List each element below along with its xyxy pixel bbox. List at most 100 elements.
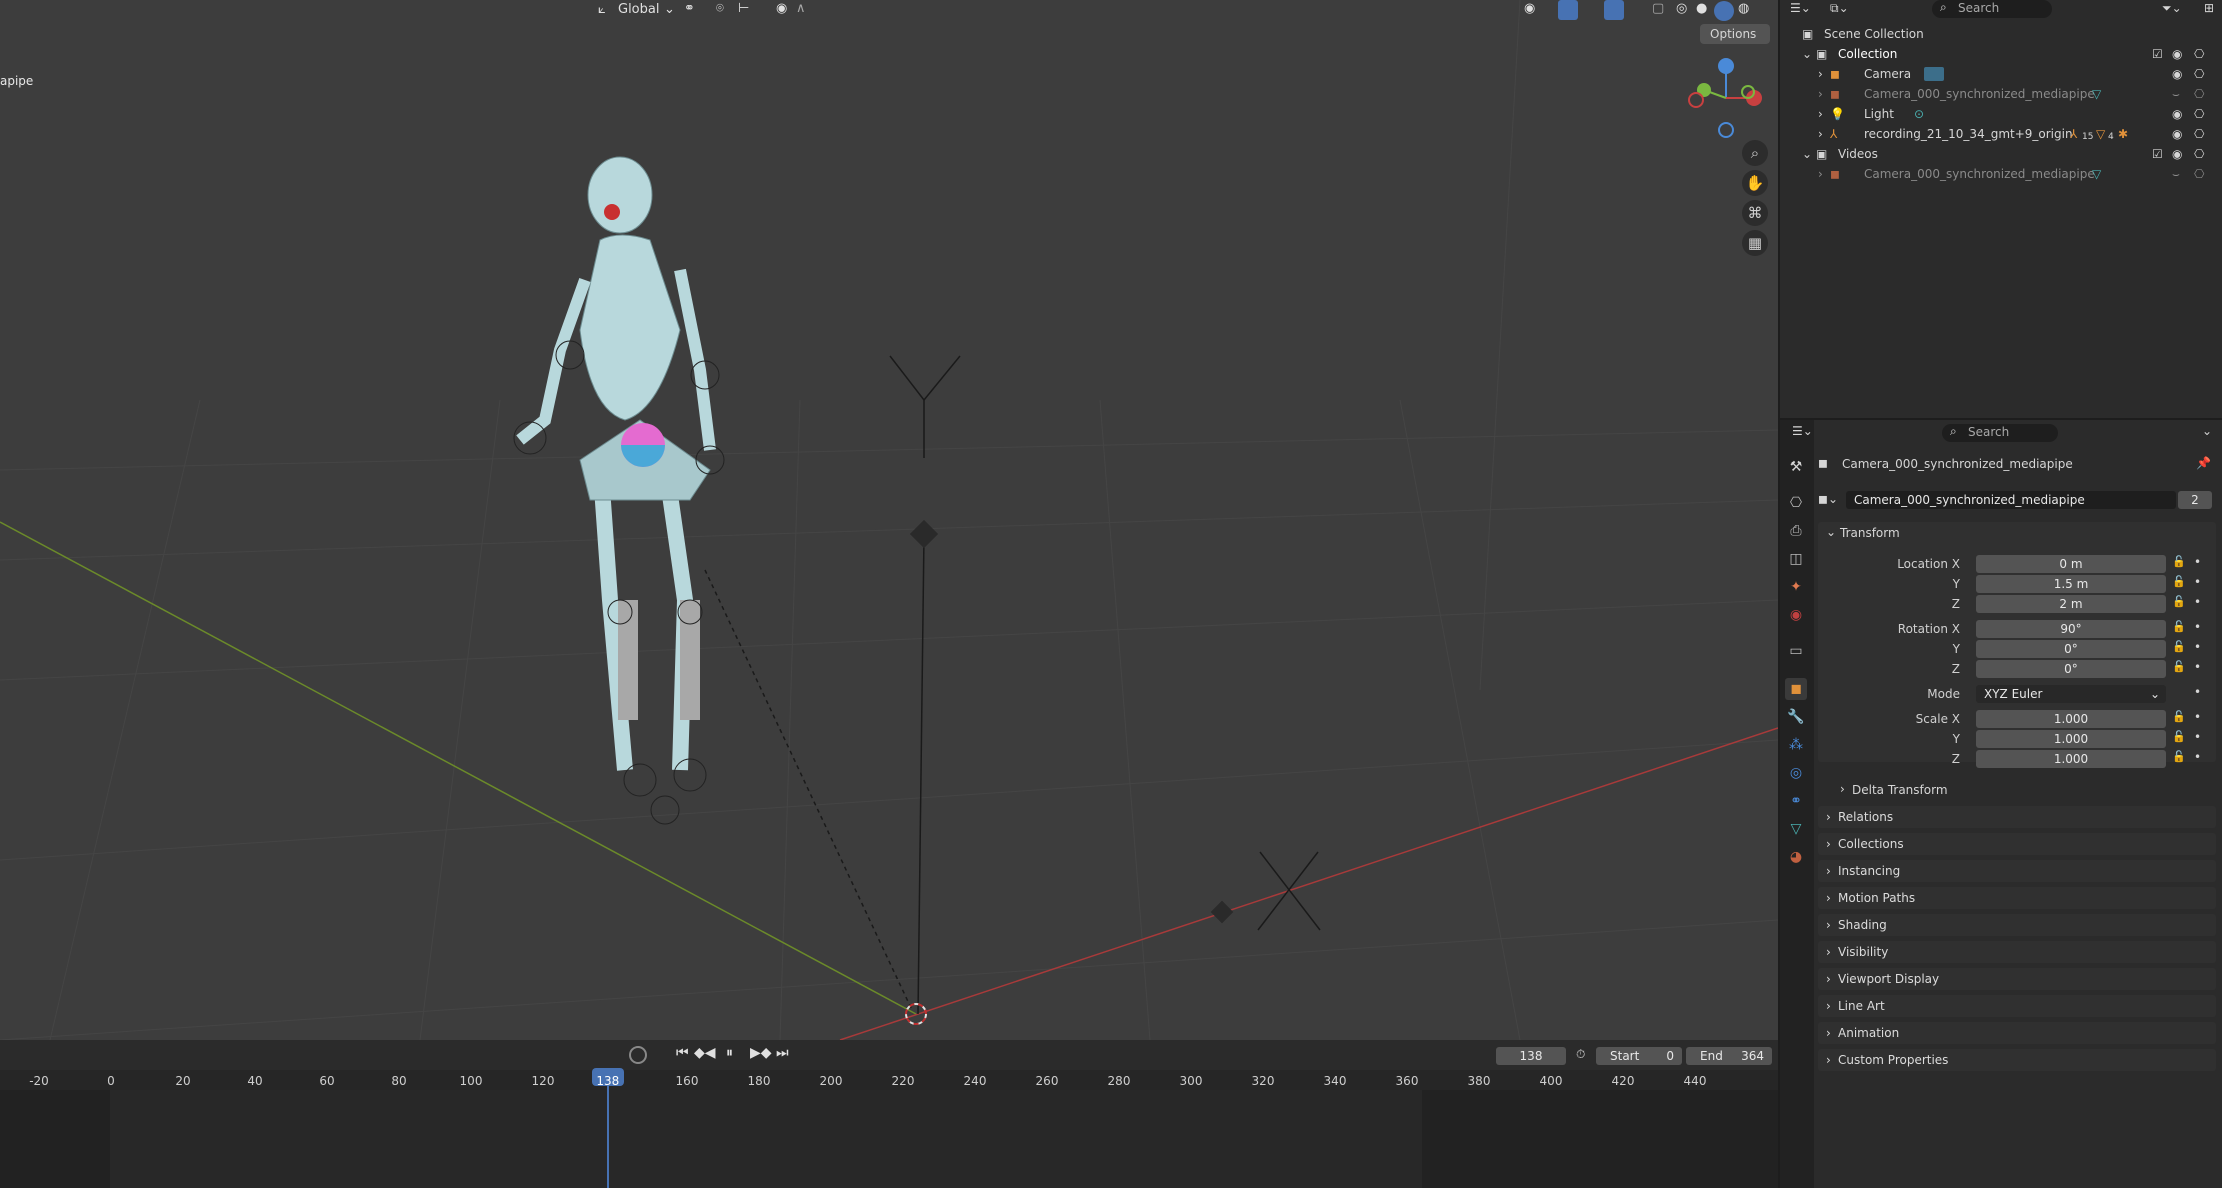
pause-icon[interactable]: ⏸ bbox=[726, 1045, 733, 1061]
chevron-right-icon[interactable]: › bbox=[1818, 127, 1823, 141]
eye-hidden-icon[interactable]: ⌣ bbox=[2172, 167, 2180, 182]
outliner-row-camera[interactable]: › ◼ Camera ◉ ⎔ bbox=[1780, 64, 2222, 84]
render-icon[interactable]: ⎔ bbox=[2194, 107, 2204, 121]
outliner-row-armature[interactable]: › ⅄ recording_21_10_34_gmt+9_origin ⅄ 15… bbox=[1780, 124, 2222, 144]
eye-hidden-icon[interactable]: ⌣ bbox=[2172, 87, 2180, 102]
chevron-right-icon[interactable]: › bbox=[1818, 67, 1823, 81]
eye-icon[interactable]: ◉ bbox=[2172, 147, 2182, 161]
material-tab-icon[interactable]: ◕ bbox=[1785, 846, 1807, 868]
outliner-search-input[interactable]: ⌕ Search bbox=[1932, 0, 2052, 18]
transform-orientation-dropdown[interactable]: Global bbox=[618, 2, 659, 17]
object-data-tab-icon[interactable]: ▽ bbox=[1785, 818, 1807, 840]
panel-custom-properties[interactable]: › Custom Properties bbox=[1818, 1049, 2216, 1071]
keyframe-dot-icon[interactable]: • bbox=[2194, 595, 2201, 609]
checkbox-icon[interactable]: ☑ bbox=[2152, 47, 2163, 61]
chevron-right-icon[interactable]: › bbox=[1840, 782, 1845, 796]
chevron-right-icon[interactable]: › bbox=[1818, 167, 1823, 181]
new-collection-icon[interactable]: ⊞ bbox=[2204, 1, 2214, 15]
zoom-icon[interactable]: ⌕ bbox=[1742, 140, 1768, 166]
rotation-x-field[interactable]: 90° bbox=[1976, 620, 2166, 638]
perspective-grid-icon[interactable]: ▦ bbox=[1742, 230, 1768, 256]
keyframe-dot-icon[interactable]: • bbox=[2194, 575, 2201, 589]
render-icon[interactable]: ⎔ bbox=[2194, 47, 2204, 61]
keyframe-dot-icon[interactable]: • bbox=[2194, 685, 2201, 699]
eye-icon[interactable]: ◉ bbox=[2172, 67, 2182, 81]
outliner-row-videos[interactable]: ⌄ ▣ Videos ☑ ◉ ⎔ bbox=[1780, 144, 2222, 164]
panel-instancing[interactable]: › Instancing bbox=[1818, 860, 2216, 882]
delta-transform-subpanel[interactable]: Delta Transform bbox=[1852, 783, 1948, 797]
keyframe-dot-icon[interactable]: • bbox=[2194, 750, 2201, 764]
keyframe-dot-icon[interactable]: • bbox=[2194, 660, 2201, 674]
tool-tab-icon[interactable]: ⚒ bbox=[1785, 456, 1807, 478]
keyframe-dot-icon[interactable]: • bbox=[2194, 620, 2201, 634]
eye-icon[interactable]: ◉ bbox=[2172, 47, 2182, 61]
render-icon[interactable]: ⎔ bbox=[2194, 167, 2204, 181]
keyframe-dot-icon[interactable]: • bbox=[2194, 710, 2201, 724]
rotation-z-field[interactable]: 0° bbox=[1976, 660, 2166, 678]
jump-keyframe-back-icon[interactable]: ◆◀ bbox=[694, 1045, 716, 1061]
jump-keyframe-forward-icon[interactable]: ▶◆ bbox=[750, 1045, 772, 1061]
wireframe-shading-icon[interactable]: ◎ bbox=[1676, 1, 1687, 16]
location-y-field[interactable]: 1.5 m bbox=[1976, 575, 2166, 593]
panel-collections[interactable]: › Collections bbox=[1818, 833, 2216, 855]
lock-icon[interactable]: 🔓 bbox=[2172, 555, 2186, 568]
falloff-icon[interactable]: ∧ bbox=[796, 1, 806, 16]
pin-icon[interactable]: 📌 bbox=[2196, 456, 2211, 470]
output-tab-icon[interactable]: ⎙ bbox=[1785, 520, 1807, 542]
filter-icon[interactable]: ⏷⌄ bbox=[2162, 1, 2182, 16]
panel-visibility[interactable]: › Visibility bbox=[1818, 941, 2216, 963]
rendered-shading-icon[interactable]: ◍ bbox=[1738, 1, 1749, 16]
jump-end-icon[interactable]: ⏭ bbox=[776, 1045, 789, 1061]
render-icon[interactable]: ⎔ bbox=[2194, 147, 2204, 161]
outliner-row-camera-image[interactable]: › ◼ Camera_000_synchronized_mediapipe ▽ … bbox=[1780, 84, 2222, 104]
solid-shading-icon[interactable]: ● bbox=[1696, 1, 1707, 16]
lock-icon[interactable]: 🔓 bbox=[2172, 620, 2186, 633]
pan-hand-icon[interactable]: ✋ bbox=[1742, 170, 1768, 196]
display-mode-icon[interactable]: ⧉⌄ bbox=[1830, 1, 1849, 16]
rotation-y-field[interactable]: 0° bbox=[1976, 640, 2166, 658]
visibility-icon[interactable]: ◉ bbox=[1524, 1, 1535, 16]
outliner-row-light[interactable]: › 💡 Light ⊙ ◉ ⎔ bbox=[1780, 104, 2222, 124]
panel-animation[interactable]: › Animation bbox=[1818, 1022, 2216, 1044]
lock-icon[interactable]: 🔓 bbox=[2172, 750, 2186, 763]
chevron-right-icon[interactable]: › bbox=[1818, 107, 1823, 121]
camera-view-icon[interactable]: ⌘ bbox=[1742, 200, 1768, 226]
render-icon[interactable]: ⎔ bbox=[2194, 87, 2204, 101]
eye-icon[interactable]: ◉ bbox=[2172, 127, 2182, 141]
editor-type-icon[interactable]: ☰⌄ bbox=[1790, 1, 1811, 15]
lock-icon[interactable]: 🔓 bbox=[2172, 730, 2186, 743]
transform-panel-title[interactable]: Transform bbox=[1840, 526, 1900, 540]
scale-y-field[interactable]: 1.000 bbox=[1976, 730, 2166, 748]
overlays-toggle-icon[interactable] bbox=[1604, 0, 1624, 20]
lock-icon[interactable]: 🔓 bbox=[2172, 640, 2186, 653]
panel-line-art[interactable]: › Line Art bbox=[1818, 995, 2216, 1017]
keyframe-dot-icon[interactable]: • bbox=[2194, 555, 2201, 569]
timeline-editor[interactable]: ⏮ ◆◀ ⏸ ▶◆ ⏭ 138 ⏱ Start 0 End 364 bbox=[0, 1040, 1778, 1188]
lock-icon[interactable]: 🔓 bbox=[2172, 710, 2186, 723]
current-frame-field[interactable]: 138 bbox=[1496, 1047, 1566, 1065]
start-frame-field[interactable]: Start 0 bbox=[1596, 1047, 1682, 1065]
checkbox-icon[interactable]: ☑ bbox=[2152, 147, 2163, 161]
outliner-panel[interactable]: ☰⌄ ⧉⌄ ⌕ Search ⏷⌄ ⊞ ▣ Scene Collection ⌄… bbox=[1780, 0, 2222, 418]
lock-icon[interactable]: 🔓 bbox=[2172, 575, 2186, 588]
chevron-down-icon[interactable]: ⌄ bbox=[2202, 424, 2212, 438]
record-icon[interactable] bbox=[629, 1046, 647, 1064]
keyframe-dot-icon[interactable]: • bbox=[2194, 640, 2201, 654]
properties-search-input[interactable]: ⌕ Search bbox=[1942, 424, 2058, 442]
xray-icon[interactable]: ▢ bbox=[1652, 1, 1664, 16]
pivot-point-icon[interactable]: ⚭ bbox=[684, 1, 695, 16]
users-count-field[interactable]: 2 bbox=[2178, 491, 2212, 509]
render-icon[interactable]: ⎔ bbox=[2194, 67, 2204, 81]
render-tab-icon[interactable]: ⎔ bbox=[1785, 492, 1807, 514]
options-dropdown[interactable]: Options bbox=[1700, 24, 1770, 44]
rotation-mode-dropdown[interactable]: XYZ Euler ⌄ bbox=[1976, 685, 2166, 703]
object-datablock-field[interactable]: Camera_000_synchronized_mediapipe bbox=[1846, 491, 2176, 509]
editor-type-icon[interactable]: ☰⌄ bbox=[1792, 424, 1813, 438]
navigation-gizmo[interactable] bbox=[1682, 54, 1766, 144]
outliner-row-collection[interactable]: ⌄ ▣ Collection ☑ ◉ ⎔ bbox=[1780, 44, 2222, 64]
stopwatch-icon[interactable]: ⏱ bbox=[1576, 1047, 1585, 1062]
gizmo-toggle-icon[interactable] bbox=[1558, 0, 1578, 20]
snap-target-icon[interactable]: ⊢ bbox=[738, 1, 749, 16]
keyframe-dot-icon[interactable]: • bbox=[2194, 730, 2201, 744]
chevron-down-icon[interactable]: ⌄ bbox=[1802, 147, 1812, 161]
